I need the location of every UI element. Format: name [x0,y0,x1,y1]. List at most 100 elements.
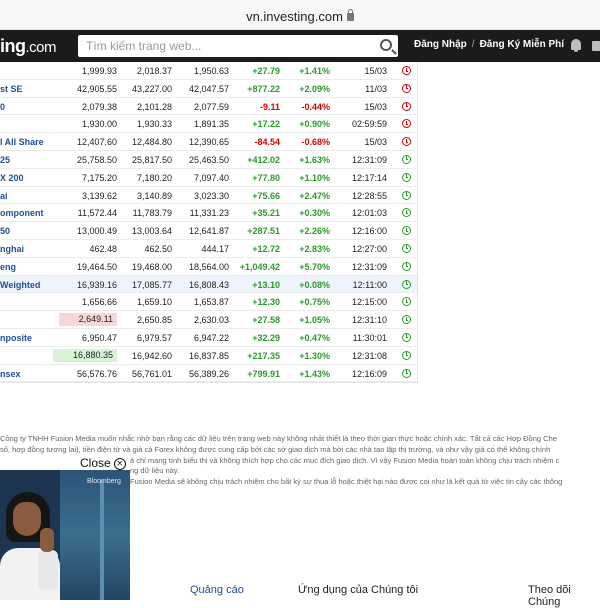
login-link[interactable]: Đăng Nhập [414,39,467,50]
change-percent: +1.43% [299,368,330,379]
low-price: 7,097.40 [193,172,229,183]
table-row[interactable]: 50 13,000.49 13,003.64 12,641.87 +287.51 +2.2… [0,222,417,240]
table-row[interactable]: 1,999.93 2,018.37 1,950.63 +27.79 +1.41% 15/0… [0,62,417,80]
index-name-link[interactable]: Weighted [0,280,40,290]
index-name-link[interactable]: nghai [0,244,24,254]
last-price: 1,999.93 [81,66,117,76]
table-row[interactable]: eng 19,464.50 19,468.00 18,564.00 +1,049.42 +… [0,258,417,276]
change-value: +12.72 [252,243,280,254]
change-value: +1,049.42 [239,261,280,272]
browser-url[interactable]: vn.investing.com [246,9,343,24]
change-value: +217.35 [247,350,280,361]
change-percent: +5.70% [299,261,330,272]
index-name-link[interactable]: nsex [0,369,21,379]
low-price: 11,331.23 [189,208,229,219]
index-name-link[interactable]: 25 [0,155,10,165]
portfolio-icon[interactable] [592,41,600,51]
change-value: -84.54 [254,137,280,148]
table-row[interactable]: omponent 11,572.44 11,783.79 11,331.23 +35.2… [0,204,417,223]
browser-address-bar[interactable]: vn.investing.com [0,0,600,30]
table-row[interactable]: nghai 462.48 462.50 444.17 +12.72 +2.83% 12:27… [0,240,417,258]
high-price: 462.50 [144,243,172,254]
table-row[interactable]: st SE 42,905.55 43,227.00 42,047.57 +877.22 +… [0,80,417,98]
change-percent: +0.75% [299,297,330,308]
low-price: 6,947.22 [193,332,229,343]
table-row[interactable]: 1,930.00 1,930.33 1,891.35 +17.22 +0.90% 02:5… [0,115,417,134]
bell-icon[interactable] [571,39,581,52]
change-percent: +1.41% [299,66,330,76]
index-name-link[interactable]: 50 [0,226,10,236]
high-price: 7,180.20 [136,172,172,183]
change-value: +17.22 [252,119,280,130]
index-name-link[interactable]: st SE [0,84,23,94]
low-price: 2,077.59 [193,101,229,112]
table-row[interactable]: 16,880.35 16,942.60 16,837.85 +217.35 +1.30%… [0,347,417,365]
change-value: +12.30 [252,297,280,308]
table-row[interactable]: 2,649.11 2,650.85 2,630.03 +27.58 +1.05% 12:3… [0,311,417,329]
table-row[interactable]: 1,656.66 1,659.10 1,653.87 +12.30 +0.75% 12:1… [0,293,417,312]
close-icon[interactable]: ✕ [113,458,126,470]
change-percent: +2.26% [299,226,330,237]
search-icon[interactable] [380,39,392,51]
market-status-clock-icon [402,332,411,342]
index-name-link[interactable]: X 200 [0,173,24,183]
table-row[interactable]: Weighted 16,939.16 17,085.77 16,808.43 +13.1… [0,275,417,294]
high-price: 13,003.64 [131,226,172,237]
footer-follow-link[interactable]: Theo dõi Chúng [528,584,600,608]
market-status-clock-icon [402,208,411,218]
high-price: 3,140.89 [136,190,172,201]
table-row[interactable]: 25 25,758.50 25,817.50 25,463.50 +412.02 +1.6… [0,151,417,169]
last-price: 2,649.11 [58,313,117,327]
search-input[interactable] [78,35,368,57]
auth-links: Đăng Nhập / Đăng Ký Miễn Phí [414,39,564,50]
table-row[interactable]: 0 2,079.38 2,101.28 2,077.59 -9.11 -0.44% 15/0… [0,98,417,116]
last-price: 12,407.60 [76,137,117,148]
index-name-link[interactable]: nposite [0,333,32,343]
change-value: +799.91 [247,368,280,379]
last-price: 3,139.62 [81,190,117,201]
last-price: 13,000.49 [76,226,117,237]
index-name-link[interactable]: l All Share [0,137,44,147]
change-percent: +1.30% [299,350,330,361]
change-value: +412.02 [247,154,280,165]
signup-link[interactable]: Đăng Ký Miễn Phí [480,39,564,50]
index-name-link[interactable]: eng [0,262,16,272]
last-price: 25,758.50 [76,154,117,165]
market-status-clock-icon [402,315,411,325]
top-navigation: ing.com Đăng Nhập / Đăng Ký Miễn Phí [0,30,600,62]
change-percent: +1.63% [299,154,330,165]
index-name-link[interactable]: 0 [0,102,5,112]
market-status-clock-icon [402,350,411,360]
table-row[interactable]: nsex 56,576.76 56,761.01 56,389.26 +799.91 +1… [0,365,417,383]
low-price: 25,463.50 [188,154,229,165]
video-backdrop [60,470,130,600]
low-price: 16,808.43 [188,279,229,290]
change-value: +877.22 [247,83,280,94]
index-name-link[interactable]: omponent [0,208,44,218]
high-price: 19,468.00 [131,261,172,272]
change-percent: +1.10% [299,172,330,183]
update-time: 11/03 [365,83,387,94]
index-name-link[interactable]: ai [0,191,8,201]
market-status-clock-icon [402,226,411,236]
high-price: 1,659.10 [136,297,172,308]
site-logo[interactable]: ing.com [0,36,57,57]
change-value: -9.11 [259,101,280,112]
table-row[interactable]: nposite 6,950.47 6,979.57 6,947.22 +32.29 +0.… [0,329,417,347]
table-row[interactable]: l All Share 12,407.60 12,484.80 12,390.65 -8… [0,133,417,151]
update-time: 15/03 [364,137,387,148]
footer-apps-link[interactable]: Ứng dụng của Chúng tôi [298,584,418,596]
table-row[interactable]: ai 3,139.62 3,140.89 3,023.30 +75.66 +2.47% 12… [0,187,417,205]
table-row[interactable]: X 200 7,175.20 7,180.20 7,097.40 +77.80 +1.10… [0,169,417,187]
video-player[interactable]: Bloomberg [0,470,130,600]
change-percent: +0.47% [299,332,330,343]
update-time: 12:31:10 [351,315,387,326]
change-percent: +0.90% [299,119,330,130]
change-value: +287.51 [247,226,280,237]
high-price: 25,817.50 [131,154,172,165]
high-price: 6,979.57 [136,332,172,343]
footer-ads-link[interactable]: Quảng cáo [190,584,244,596]
video-close-button[interactable]: Close ✕ [80,456,126,471]
high-price: 2,650.85 [136,315,172,326]
update-time: 12:28:55 [351,190,387,201]
